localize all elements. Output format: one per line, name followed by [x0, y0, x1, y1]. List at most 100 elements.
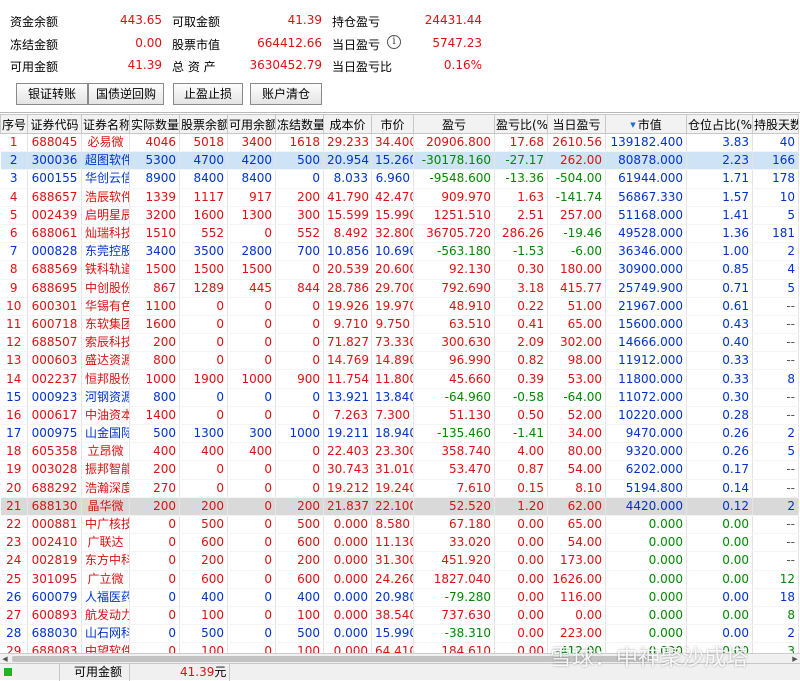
cell-position-ratio: 0.17: [686, 460, 753, 480]
cell-today-pl: -19.46: [547, 224, 606, 244]
cell-seq: 3: [0, 169, 28, 189]
table-row[interactable]: 20 688292 浩瀚深度 270 0 0 0 19.212 19.240 7.610 0.15 8…: [0, 479, 799, 498]
cell-code: 600155: [27, 169, 82, 189]
table-row[interactable]: 13 000603 盛达资源 800 0 0 0 14.769 14.890 96.990 0.82…: [0, 351, 799, 371]
col-header-seq[interactable]: 序号: [0, 114, 28, 134]
col-header-position-ratio[interactable]: 仓位占比(%): [686, 114, 753, 134]
table-row[interactable]: 10 600301 华锡有色 1100 0 0 0 19.926 19.970 48.910 0.2…: [0, 297, 799, 316]
bank-transfer-button[interactable]: 银证转账: [16, 83, 88, 105]
col-header-available-qty[interactable]: 可用余额: [227, 114, 276, 134]
table-row[interactable]: 5 002439 启明星辰 3200 1600 1300 300 15.599 15.990 12…: [0, 206, 799, 225]
cell-cost-price: 28.786: [323, 279, 372, 298]
cell-pl: -64.960: [413, 388, 495, 407]
cell-hold-days: --: [752, 551, 799, 571]
cell-actual-qty: 1100: [129, 297, 180, 316]
table-row[interactable]: 11 600718 东软集团 1600 0 0 0 9.710 9.750 63.510 0.41 6…: [0, 315, 799, 335]
cell-hold-days: 5: [752, 279, 799, 298]
cell-available-qty: 1000: [227, 369, 276, 389]
cell-market-price: 20.980: [371, 588, 414, 607]
cell-code: 688657: [27, 188, 82, 207]
table-row[interactable]: 26 600079 人福医药 0 400 0 400 0.000 20.980 -79.280 0.…: [0, 588, 799, 607]
col-header-market-price[interactable]: 市价: [371, 114, 414, 134]
cell-code: 002439: [27, 206, 82, 225]
total-assets-label: 总 资 产: [172, 60, 216, 74]
cell-seq: 20: [0, 479, 28, 498]
account-clear-button[interactable]: 账户清仓: [250, 83, 322, 105]
col-header-name[interactable]: 证券名称: [81, 114, 130, 134]
table-row[interactable]: 4 688657 浩辰软件 1339 1117 917 200 41.790 42.470 909…: [0, 188, 799, 207]
info-icon[interactable]: i: [387, 35, 401, 49]
cell-market-price: 7.300: [371, 406, 414, 426]
table-row[interactable]: 17 000975 山金国际 500 1300 300 1000 19.211 18.940 -1…: [0, 424, 799, 444]
cell-today-pl: -6.00: [547, 242, 606, 262]
cell-frozen-qty: 0: [275, 351, 324, 371]
table-row[interactable]: 21 688130 晶华微 200 200 0 200 21.837 22.100 52.520 1…: [0, 497, 799, 516]
table-row[interactable]: 8 688569 铁科轨道 1500 1500 1500 0 20.539 20.600 92.1…: [0, 260, 799, 280]
cell-pl-ratio: 4.00: [494, 442, 548, 462]
cell-market-price: 13.840: [371, 388, 414, 407]
status-unit: 元: [214, 665, 227, 679]
cell-actual-qty: 800: [129, 351, 180, 371]
col-header-code[interactable]: 证券代码: [27, 114, 82, 134]
bond-repo-button[interactable]: 国债逆回购: [88, 83, 164, 105]
cell-code: 301095: [27, 570, 82, 589]
cell-actual-qty: 1400: [129, 406, 180, 426]
cell-pl: 451.920: [413, 551, 495, 571]
cell-cost-price: 15.599: [323, 206, 372, 225]
table-row[interactable]: 16 000617 中油资本 1400 0 0 0 7.263 7.300 51.130 0.50 5…: [0, 406, 799, 426]
table-row[interactable]: 7 000828 东莞控股 3400 3500 2800 700 10.856 10.690 -5…: [0, 242, 799, 262]
table-row[interactable]: 2 300036 超图软件 5300 4700 4200 500 20.954 15.260 -3…: [0, 151, 799, 171]
table-row[interactable]: 24 002819 东方中科 0 200 0 200 0.000 31.300 451.920 0.…: [0, 551, 799, 571]
today-pl-ratio-label: 当日盈亏比: [332, 60, 393, 74]
cell-hold-days: --: [752, 515, 799, 535]
col-header-pl-ratio[interactable]: 盈亏比(%): [494, 114, 548, 134]
table-row[interactable]: 25 301095 广立微 0 600 0 600 0.000 24.260 1827.040 0.…: [0, 570, 799, 589]
cell-name: 铁科轨道: [81, 260, 130, 280]
cell-hold-days: --: [752, 388, 799, 407]
table-row[interactable]: 1 688045 必易微 4046 5018 3400 1618 29.233 34.400 20…: [0, 133, 799, 153]
cell-stock-balance: 500: [179, 515, 228, 535]
table-row[interactable]: 27 600893 航发动力 0 100 0 100 0.000 38.540 737.630 0.…: [0, 606, 799, 626]
col-header-stock-balance[interactable]: 股票余额: [179, 114, 228, 134]
col-header-today-pl[interactable]: 当日盈亏: [547, 114, 606, 134]
table-row[interactable]: 14 002237 恒邦股份 1000 1900 1000 900 11.754 11.800 4…: [0, 369, 799, 389]
cell-seq: 21: [0, 497, 28, 516]
cell-pl: -9548.600: [413, 169, 495, 189]
table-row[interactable]: 6 688061 灿瑞科技 1510 552 0 552 8.492 32.800 36705.7…: [0, 224, 799, 244]
table-row[interactable]: 19 003028 振邦智能 200 0 0 0 30.743 31.010 53.470 0.87…: [0, 460, 799, 480]
col-header-actual-qty[interactable]: 实际数量: [129, 114, 180, 134]
cell-stock-balance: 1500: [179, 260, 228, 280]
table-row[interactable]: 22 000881 中广核技 0 500 0 500 0.000 8.580 67.180 0.00…: [0, 515, 799, 535]
table-row[interactable]: 23 002410 广联达 0 600 0 600 0.000 11.130 33.020 0.00…: [0, 533, 799, 553]
table-row[interactable]: 18 605358 立昂微 400 400 400 0 22.403 23.300 358.740…: [0, 442, 799, 462]
table-row[interactable]: 3 600155 华创云信 8900 8400 8400 0 8.033 6.960 -9548.…: [0, 169, 799, 189]
cell-cost-price: 71.827: [323, 333, 372, 353]
fund-balance-label: 资金余额: [10, 15, 59, 29]
cell-stock-balance: 1600: [179, 206, 228, 225]
col-header-pl[interactable]: 盈亏: [413, 114, 495, 134]
cell-available-qty: 0: [227, 570, 276, 589]
cell-available-qty: 917: [227, 188, 276, 207]
cell-cost-price: 10.856: [323, 242, 372, 262]
cell-stock-balance: 1900: [179, 369, 228, 389]
col-header-hold-days[interactable]: 持股天数: [752, 114, 799, 134]
cell-pl: 909.970: [413, 188, 495, 207]
table-row[interactable]: 15 000923 河钢资源 800 0 0 0 13.921 13.840 -64.960 -0.…: [0, 388, 799, 407]
cell-code: 000923: [27, 388, 82, 407]
col-header-market-value[interactable]: ▼ 市值: [605, 114, 687, 134]
cell-pl: 92.130: [413, 260, 495, 280]
col-header-cost-price[interactable]: 成本价: [323, 114, 372, 134]
cell-pl-ratio: 0.00: [494, 515, 548, 535]
cell-hold-days: --: [752, 479, 799, 498]
cell-frozen-qty: 0: [275, 479, 324, 498]
col-header-frozen-qty[interactable]: 冻结数量: [275, 114, 324, 134]
cell-code: 002819: [27, 551, 82, 571]
cell-actual-qty: 200: [129, 460, 180, 480]
cell-market-price: 20.600: [371, 260, 414, 280]
cell-seq: 13: [0, 351, 28, 371]
table-row[interactable]: 12 688507 索辰科技 200 0 0 0 71.827 73.330 300.630 2.0…: [0, 333, 799, 353]
table-row[interactable]: 9 688695 中创股份 867 1289 445 844 28.786 29.700 792.…: [0, 279, 799, 298]
stop-loss-button[interactable]: 止盈止损: [173, 83, 243, 105]
cell-available-qty: 0: [227, 333, 276, 353]
cell-market-price: 10.690: [371, 242, 414, 262]
